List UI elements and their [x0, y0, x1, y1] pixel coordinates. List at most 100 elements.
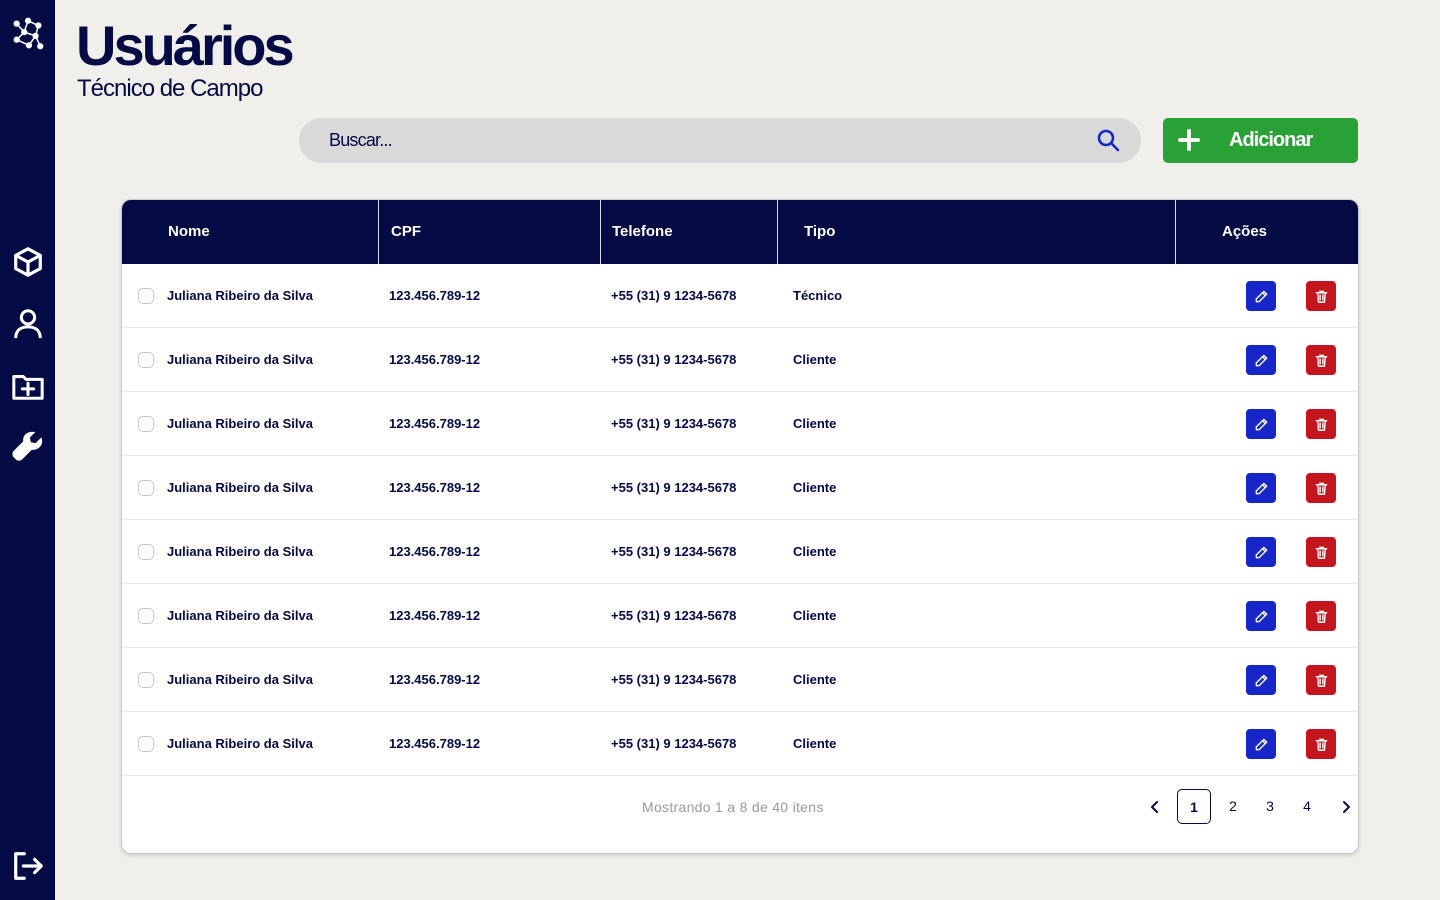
logout-icon[interactable]: [10, 848, 46, 884]
edit-button[interactable]: [1246, 473, 1276, 503]
edit-button[interactable]: [1246, 665, 1276, 695]
cell-nome: Juliana Ribeiro da Silva: [167, 288, 313, 303]
table-row: Juliana Ribeiro da Silva 123.456.789-12 +5…: [122, 584, 1358, 648]
cell-tipo: Cliente: [793, 480, 837, 495]
page-title: Usuários: [76, 14, 295, 77]
pencil-icon: [1254, 417, 1269, 432]
page-subtitle: Técnico de Campo: [77, 75, 263, 102]
trash-icon: [1314, 353, 1329, 368]
table-row: Juliana Ribeiro da Silva 123.456.789-12 +5…: [122, 328, 1358, 392]
row-checkbox[interactable]: [138, 416, 154, 432]
cell-tipo: Cliente: [793, 352, 837, 367]
search-bar: [299, 118, 1141, 163]
column-divider: [777, 200, 778, 264]
column-header-acoes: Ações: [1222, 223, 1268, 240]
wrench-icon[interactable]: [10, 428, 46, 464]
cell-cpf: 123.456.789-12: [389, 736, 481, 751]
cell-cpf: 123.456.789-12: [389, 352, 481, 367]
column-header-tipo[interactable]: Tipo: [804, 200, 835, 264]
cell-nome: Juliana Ribeiro da Silva: [167, 736, 313, 751]
table-row: Juliana Ribeiro da Silva 123.456.789-12 +5…: [122, 456, 1358, 520]
trash-icon: [1314, 289, 1329, 304]
edit-button[interactable]: [1246, 537, 1276, 567]
cell-telefone: +55 (31) 9 1234-5678: [611, 608, 737, 623]
chevron-right-icon[interactable]: [1335, 795, 1357, 819]
column-divider: [378, 200, 379, 264]
sidebar: [0, 0, 55, 900]
cell-tipo: Cliente: [793, 672, 837, 687]
table-header: Nome CPF Telefone Tipo Ações: [122, 200, 1358, 264]
edit-button[interactable]: [1246, 281, 1276, 311]
cell-telefone: +55 (31) 9 1234-5678: [611, 480, 737, 495]
row-checkbox[interactable]: [138, 352, 154, 368]
row-checkbox[interactable]: [138, 480, 154, 496]
chevron-left-icon[interactable]: [1144, 795, 1166, 819]
users-table: Nome CPF Telefone Tipo Ações Juliana Rib…: [121, 199, 1359, 854]
row-checkbox[interactable]: [138, 288, 154, 304]
delete-button[interactable]: [1306, 537, 1336, 567]
row-checkbox[interactable]: [138, 544, 154, 560]
delete-button[interactable]: [1306, 345, 1336, 375]
pencil-icon: [1254, 481, 1269, 496]
folder-plus-icon[interactable]: [10, 368, 46, 404]
delete-button[interactable]: [1306, 601, 1336, 631]
network-logo-icon[interactable]: [10, 16, 46, 52]
table-row: Juliana Ribeiro da Silva 123.456.789-12 +5…: [122, 392, 1358, 456]
column-header-cpf[interactable]: CPF: [391, 200, 421, 264]
column-divider: [600, 200, 601, 264]
page-button-4[interactable]: 4: [1290, 789, 1324, 824]
edit-button[interactable]: [1246, 409, 1276, 439]
row-checkbox[interactable]: [138, 672, 154, 688]
delete-button[interactable]: [1306, 281, 1336, 311]
delete-button[interactable]: [1306, 729, 1336, 759]
cell-tipo: Cliente: [793, 416, 837, 431]
plus-icon: [1178, 129, 1200, 151]
user-icon[interactable]: [10, 306, 46, 342]
trash-icon: [1314, 545, 1329, 560]
cell-cpf: 123.456.789-12: [389, 544, 481, 559]
cell-nome: Juliana Ribeiro da Silva: [167, 352, 313, 367]
cell-tipo: Cliente: [793, 608, 837, 623]
cell-nome: Juliana Ribeiro da Silva: [167, 672, 313, 687]
trash-icon: [1314, 737, 1329, 752]
delete-button[interactable]: [1306, 409, 1336, 439]
column-divider: [1175, 200, 1176, 264]
cell-telefone: +55 (31) 9 1234-5678: [611, 352, 737, 367]
pagination-info: Mostrando 1 a 8 de 40 itens: [642, 799, 824, 815]
cell-cpf: 123.456.789-12: [389, 480, 481, 495]
delete-button[interactable]: [1306, 665, 1336, 695]
trash-icon: [1314, 673, 1329, 688]
table-row: Juliana Ribeiro da Silva 123.456.789-12 +5…: [122, 264, 1358, 328]
trash-icon: [1314, 417, 1329, 432]
cube-icon[interactable]: [10, 244, 46, 280]
add-button[interactable]: Adicionar: [1163, 118, 1358, 163]
row-checkbox[interactable]: [138, 736, 154, 752]
pencil-icon: [1254, 737, 1269, 752]
search-input[interactable]: [329, 118, 1089, 163]
page-button-1[interactable]: 1: [1177, 789, 1211, 824]
cell-telefone: +55 (31) 9 1234-5678: [611, 672, 737, 687]
column-header-telefone[interactable]: Telefone: [612, 200, 673, 264]
trash-icon: [1314, 481, 1329, 496]
cell-nome: Juliana Ribeiro da Silva: [167, 416, 313, 431]
trash-icon: [1314, 609, 1329, 624]
add-button-label: Adicionar: [1229, 129, 1313, 151]
pencil-icon: [1254, 545, 1269, 560]
page-button-2[interactable]: 2: [1216, 789, 1250, 824]
edit-button[interactable]: [1246, 729, 1276, 759]
cell-cpf: 123.456.789-12: [389, 672, 481, 687]
cell-telefone: +55 (31) 9 1234-5678: [611, 736, 737, 751]
row-checkbox[interactable]: [138, 608, 154, 624]
cell-tipo: Cliente: [793, 544, 837, 559]
table-row: Juliana Ribeiro da Silva 123.456.789-12 +5…: [122, 648, 1358, 712]
cell-nome: Juliana Ribeiro da Silva: [167, 480, 313, 495]
page-button-3[interactable]: 3: [1253, 789, 1287, 824]
search-icon[interactable]: [1096, 128, 1122, 154]
delete-button[interactable]: [1306, 473, 1336, 503]
cell-tipo: Cliente: [793, 736, 837, 751]
edit-button[interactable]: [1246, 345, 1276, 375]
cell-nome: Juliana Ribeiro da Silva: [167, 544, 313, 559]
column-header-nome[interactable]: Nome: [168, 200, 210, 264]
edit-button[interactable]: [1246, 601, 1276, 631]
cell-cpf: 123.456.789-12: [389, 608, 481, 623]
